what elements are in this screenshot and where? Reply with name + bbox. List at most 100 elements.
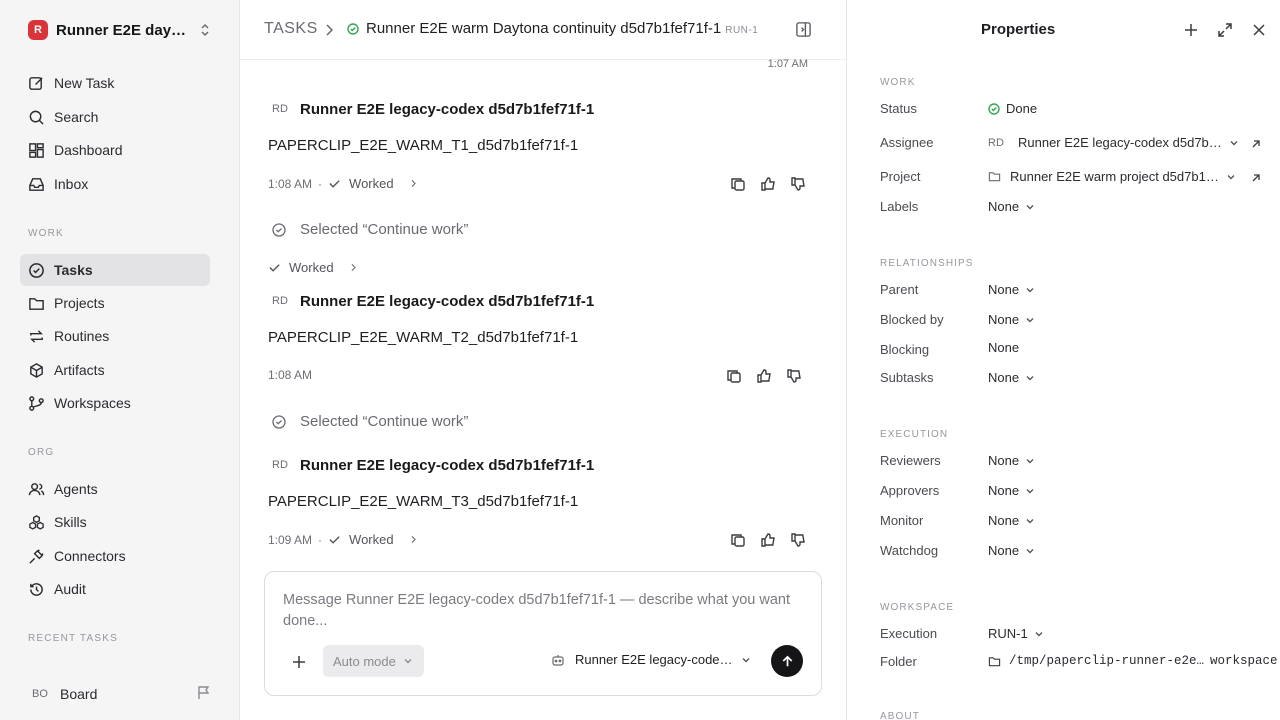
monitor-text: None [988,513,1020,528]
edit-icon [29,76,43,90]
close-icon[interactable] [1251,22,1267,38]
nav-artifacts[interactable]: Artifacts [20,354,210,386]
mode-select[interactable]: Auto mode [323,645,424,677]
thumbs-up-icon[interactable] [760,532,776,548]
agent-name: Runner E2E legacy-codex d5d7b1fef71f-1 [575,652,735,667]
worked-toggle[interactable]: Worked [328,532,419,547]
thumbs-down-icon[interactable] [790,176,806,192]
selected-option-note: Selected “Continue work” [272,413,468,430]
chevron-down-icon [1035,631,1043,636]
search-icon [29,110,44,125]
subtasks-value[interactable]: None [988,370,1035,385]
nav-agents[interactable]: Agents [20,473,210,505]
nav-skills-label: Skills [54,514,87,530]
folder-suffix: workspace [1210,654,1278,668]
message-body: PAPERCLIP_E2E_WARM_T2_d5d7b1fef71f-1 [268,329,579,346]
flag-icon[interactable] [196,685,212,701]
copy-icon[interactable] [726,368,742,384]
nav-skills[interactable]: Skills [20,506,210,538]
message-input[interactable]: Message Runner E2E legacy-codex d5d7b1fe… [283,590,803,632]
message-actions [730,176,806,192]
blocking-label: Blocking [880,342,930,357]
thumbs-down-icon[interactable] [786,368,802,384]
parent-label: Parent [880,282,919,297]
assignee-value[interactable]: RD Runner E2E legacy-codex d5d7b1fef71f-… [988,135,1239,150]
nav-routines-label: Routines [54,328,110,344]
nav-search[interactable]: Search [20,101,210,133]
selected-option-note: Selected “Continue work” [272,221,468,238]
workspace-switcher[interactable]: R Runner E2E daytona [28,18,218,42]
message-meta: 1:08 AM · Worked [268,176,419,191]
execution-label: Execution [880,626,938,641]
project-name: Runner E2E warm project d5d7b1fef71f-1 [1010,169,1220,184]
chevron-down-icon [1026,204,1034,209]
project-value[interactable]: Runner E2E warm project d5d7b1fef71f-1 [988,169,1236,184]
nav-workspaces[interactable]: Workspaces [20,387,210,419]
approvers-value[interactable]: None [988,483,1035,498]
board-label: Board [60,686,98,702]
folder-icon [988,172,1001,182]
task-title: Runner E2E warm Daytona continuity d5d7b… [366,20,722,37]
nav-routines[interactable]: Routines [20,320,210,352]
thumbs-up-icon[interactable] [756,368,772,384]
section-label-work: WORK [880,77,916,88]
worked-label: Worked [289,260,334,275]
watchdog-value[interactable]: None [988,543,1035,558]
parent-value[interactable]: None [988,282,1035,297]
avatar: RD [988,136,1004,149]
nav-connectors[interactable]: Connectors [20,540,210,572]
reviewers-label: Reviewers [880,453,941,468]
worked-toggle[interactable]: Worked [268,260,359,275]
worked-label: Worked [349,532,394,547]
copy-icon[interactable] [730,176,746,192]
chevron-down-icon [1026,317,1034,322]
main-thread: TASKS Runner E2E warm Daytona continuity… [240,0,846,720]
watchdog-label: Watchdog [880,543,939,558]
agent-select[interactable]: Runner E2E legacy-codex d5d7b1fef71f-1 [551,652,751,667]
chevron-down-icon [1026,548,1034,553]
execution-value[interactable]: RUN-1 [988,626,1044,641]
external-link-icon[interactable] [1250,172,1262,184]
nav-dashboard[interactable]: Dashboard [20,134,210,166]
reviewers-value[interactable]: None [988,453,1035,468]
breadcrumb-tasks[interactable]: TASKS [264,20,318,38]
nav-new-task-label: New Task [54,75,115,91]
nav-workspaces-label: Workspaces [54,395,131,411]
nav-new-task[interactable]: New Task [20,67,210,99]
blocked-by-value[interactable]: None [988,312,1035,327]
folder-value[interactable]: /tmp/paperclip-runner-e2e… workspace [988,654,1278,668]
folder-path: /tmp/paperclip-runner-e2e… [1009,654,1205,668]
nav-connectors-label: Connectors [54,548,126,564]
thumbs-down-icon[interactable] [790,532,806,548]
chevron-down-icon [1026,287,1034,292]
status-value[interactable]: Done [988,101,1037,116]
nav-tasks[interactable]: Tasks [20,254,210,286]
expand-icon[interactable] [1217,22,1233,38]
nav-inbox[interactable]: Inbox [20,168,210,200]
worked-toggle[interactable]: Worked [328,176,419,191]
section-label-relationships: RELATIONSHIPS [880,258,974,269]
send-button[interactable] [771,645,803,677]
message-actions [730,532,806,548]
chevron-right-icon [326,24,334,36]
plus-icon[interactable] [291,654,307,670]
external-link-icon[interactable] [1250,138,1262,150]
panel-toggle-icon[interactable] [795,21,812,38]
subtasks-label: Subtasks [880,370,934,385]
copy-icon[interactable] [730,532,746,548]
nav-projects[interactable]: Projects [20,287,210,319]
project-label: Project [880,169,921,184]
nav-audit[interactable]: Audit [20,573,210,605]
section-label-about: ABOUT [880,711,920,720]
avatar: RD [272,295,288,307]
section-label-recent-tasks: RECENT TASKS [28,633,118,644]
thumbs-up-icon[interactable] [760,176,776,192]
message-body: PAPERCLIP_E2E_WARM_T1_d5d7b1fef71f-1 [268,137,579,154]
labels-value[interactable]: None [988,199,1035,214]
board-switcher[interactable]: BO Board [28,682,214,706]
plus-icon[interactable] [1183,22,1199,38]
monitor-value[interactable]: None [988,513,1035,528]
blocked-by-label: Blocked by [880,312,944,327]
nav-artifacts-label: Artifacts [54,362,105,378]
arrow-up-icon [782,655,792,666]
